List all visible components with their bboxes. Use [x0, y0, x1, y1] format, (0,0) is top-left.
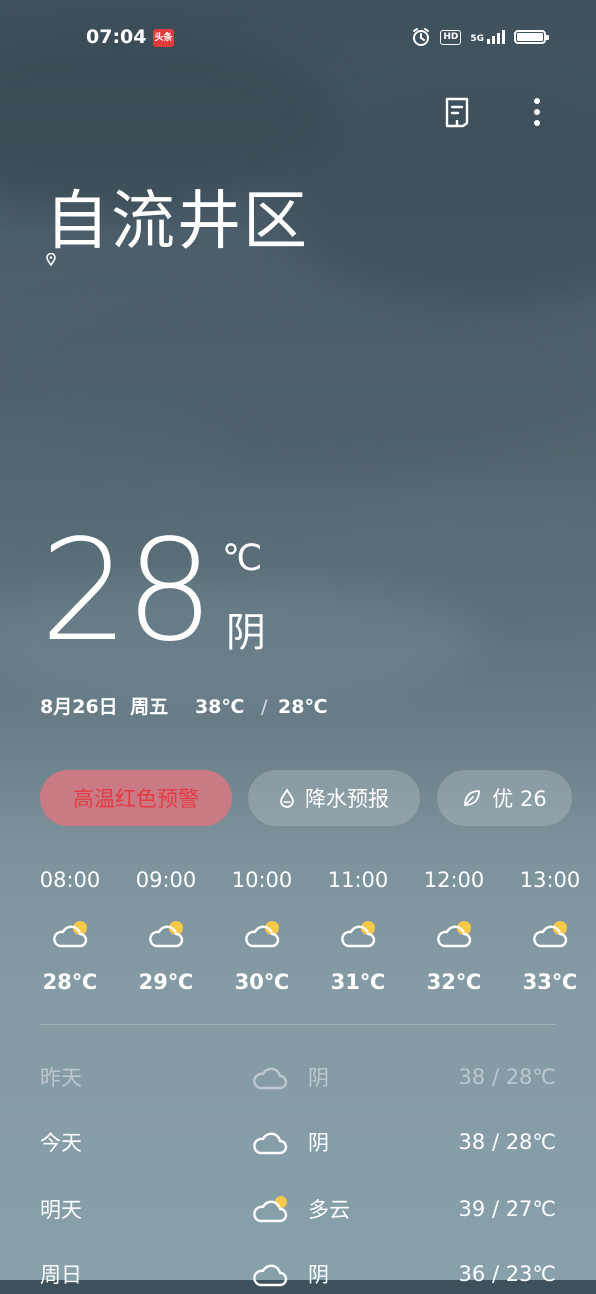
day-temp-range: 39 / 27℃ — [458, 1197, 556, 1221]
hour-temp: 28℃ — [42, 970, 98, 994]
hourly-item: 12:00 32℃ — [414, 868, 494, 994]
leaf-icon — [464, 790, 481, 806]
city-name[interactable]: 自流井区 — [45, 170, 309, 262]
rain-forecast-button[interactable]: 降水预报 — [248, 770, 420, 826]
divider — [40, 1024, 556, 1025]
hour-time: 12:00 — [423, 868, 485, 892]
partly-cloudy-icon — [437, 921, 472, 948]
hour-temp: 30℃ — [234, 970, 290, 994]
hourly-item: 13:00 33℃ — [510, 868, 590, 994]
date: 8月26日 — [40, 696, 118, 718]
hourly-item: 08:00 28℃ — [30, 868, 110, 994]
hour-temp: 31℃ — [330, 970, 386, 994]
day-temp-range: 38 / 28℃ — [458, 1065, 556, 1089]
day-condition: 多云 — [308, 1198, 350, 1222]
daily-row-today[interactable]: 今天 阴 38 / 28℃ — [40, 1122, 556, 1162]
cloud-icon — [253, 1067, 288, 1090]
daily-row-yesterday[interactable]: 昨天 阴 38 / 28℃ — [40, 1057, 556, 1097]
more-vertical-icon — [534, 98, 540, 126]
raindrop-icon — [280, 788, 294, 808]
day-condition: 阴 — [308, 1263, 329, 1287]
day-temp-range: 36 / 23℃ — [458, 1262, 556, 1286]
temp-separator: / — [261, 696, 268, 718]
current-temperature: 28 — [40, 510, 214, 673]
weekday: 周五 — [130, 696, 169, 718]
cloud-icon — [253, 1264, 288, 1287]
hour-time: 08:00 — [39, 868, 101, 892]
partly-cloudy-icon — [341, 921, 376, 948]
partly-cloudy-icon — [533, 921, 568, 948]
partly-cloudy-icon — [53, 921, 88, 948]
partly-cloudy-icon — [253, 1196, 288, 1223]
hour-time: 10:00 — [231, 868, 293, 892]
hourly-item: 09:00 29℃ — [126, 868, 206, 994]
day-name: 明天 — [40, 1198, 82, 1222]
network-type: 5G — [470, 34, 484, 44]
temperature-unit: ℃ — [222, 538, 263, 579]
current-condition: 阴 — [226, 610, 266, 656]
heat-alert-button[interactable]: 高温红色预警 — [40, 770, 232, 826]
high-temp: 38℃ — [194, 696, 245, 718]
partly-cloudy-icon — [245, 921, 280, 948]
day-name: 今天 — [40, 1131, 82, 1155]
hour-time: 09:00 — [135, 868, 197, 892]
daily-row-sunday[interactable]: 周日 阴 36 / 23℃ — [40, 1254, 556, 1294]
city-manage-button[interactable] — [442, 94, 472, 130]
air-quality-button[interactable]: 优 26 — [437, 770, 572, 826]
hourly-item: 11:00 31℃ — [318, 868, 398, 994]
battery-icon — [514, 30, 549, 44]
location-pin-icon — [46, 253, 56, 266]
hd-badge: HD — [440, 29, 462, 45]
day-name: 昨天 — [40, 1066, 82, 1090]
more-options-button[interactable] — [522, 94, 552, 130]
day-condition: 阴 — [308, 1131, 329, 1155]
day-name: 周日 — [40, 1263, 82, 1287]
document-icon — [445, 97, 469, 128]
status-time: 07:04 — [86, 26, 147, 48]
hour-temp: 32℃ — [426, 970, 482, 994]
low-temp: 28℃ — [278, 696, 328, 718]
hour-temp: 33℃ — [522, 970, 578, 994]
hour-temp: 29℃ — [138, 970, 194, 994]
partly-cloudy-icon — [149, 921, 184, 948]
hour-time: 11:00 — [327, 868, 389, 892]
hour-time: 13:00 — [519, 868, 581, 892]
alarm-icon — [413, 28, 430, 46]
date-line: 8月26日 周五 38℃ / 28℃ — [40, 692, 334, 719]
signal-icon: 5G — [470, 30, 505, 44]
rain-forecast-label: 降水预报 — [305, 787, 389, 811]
alert-label: 高温红色预警 — [73, 787, 199, 811]
status-icons: HD 5G — [411, 27, 549, 47]
news-app-icon: 头条 — [153, 29, 174, 47]
day-condition: 阴 — [308, 1066, 329, 1090]
air-quality-label: 优 26 — [492, 787, 547, 811]
hourly-item: 10:00 30℃ — [222, 868, 302, 994]
day-temp-range: 38 / 28℃ — [458, 1130, 556, 1154]
cloud-icon — [253, 1132, 288, 1155]
daily-row-tomorrow[interactable]: 明天 多云 39 / 27℃ — [40, 1189, 556, 1229]
